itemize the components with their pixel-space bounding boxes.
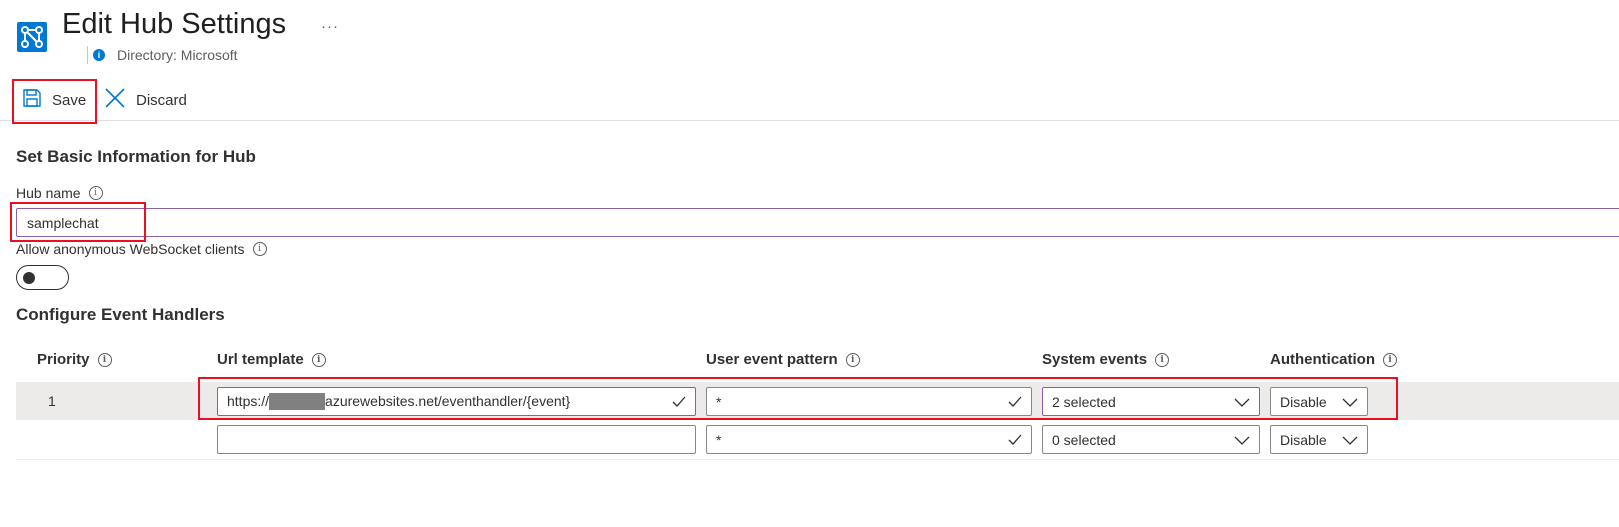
url-value: https:// azurewebsites.net/eventhandler/{…	[227, 392, 672, 411]
discard-label: Discard	[136, 91, 187, 109]
col-authentication: Authentication i	[1270, 351, 1397, 368]
info-icon[interactable]: i	[845, 352, 860, 367]
col-auth-label: Authentication	[1270, 351, 1375, 368]
col-pattern-label: User event pattern	[706, 351, 838, 368]
toolbar-divider	[0, 120, 1619, 121]
priority-cell: 1	[48, 393, 56, 409]
col-system-events: System events i	[1042, 351, 1170, 368]
anon-label-row: Allow anonymous WebSocket clients i	[16, 241, 267, 257]
app-icon	[16, 20, 48, 54]
toggle-knob	[23, 272, 35, 284]
anon-websocket-toggle[interactable]	[16, 265, 69, 290]
hub-name-label: Hub name	[16, 185, 81, 201]
url-template-input[interactable]: https:// azurewebsites.net/eventhandler/{…	[217, 387, 696, 416]
url-prefix: https://	[227, 392, 270, 409]
save-button[interactable]: Save	[22, 86, 86, 114]
col-system-label: System events	[1042, 351, 1148, 368]
info-icon[interactable]: i	[97, 352, 112, 367]
basic-section-title: Set Basic Information for Hub	[16, 147, 256, 166]
info-icon[interactable]: i	[1155, 352, 1170, 367]
system-events-value: 0 selected	[1052, 431, 1116, 448]
info-icon[interactable]: i	[252, 242, 267, 256]
checkmark-icon	[672, 396, 686, 407]
authentication-dropdown[interactable]: Disable	[1270, 387, 1368, 416]
col-url-template: Url template i	[217, 351, 326, 368]
url-template-input[interactable]	[217, 425, 696, 454]
col-priority-label: Priority	[37, 351, 90, 368]
info-icon[interactable]: i	[311, 352, 326, 367]
redacted-block	[269, 392, 326, 411]
checkmark-icon	[1008, 434, 1022, 445]
chevron-down-icon	[1342, 398, 1358, 407]
system-events-dropdown[interactable]: 0 selected	[1042, 425, 1260, 454]
page-title: Edit Hub Settings	[62, 8, 287, 40]
save-label: Save	[52, 91, 87, 109]
directory-info-icon: i	[93, 49, 105, 61]
col-priority: Priority i	[37, 351, 112, 368]
col-user-event-pattern: User event pattern i	[706, 351, 860, 368]
directory-label: Directory: Microsoft	[117, 47, 238, 63]
pattern-value: *	[716, 431, 722, 448]
system-events-value: 2 selected	[1052, 393, 1116, 410]
directory-separator	[87, 46, 88, 64]
chevron-down-icon	[1234, 436, 1250, 445]
chevron-down-icon	[1234, 398, 1250, 407]
col-url-label: Url template	[217, 351, 304, 368]
user-event-pattern-input[interactable]: *	[706, 425, 1032, 454]
anon-websocket-label: Allow anonymous WebSocket clients	[16, 241, 245, 257]
discard-button[interactable]: Discard	[104, 86, 187, 114]
info-icon[interactable]: i	[88, 186, 103, 200]
url-suffix: azurewebsites.net/eventhandler/{event}	[325, 392, 571, 409]
auth-value: Disable	[1280, 393, 1327, 410]
hub-name-label-row: Hub name i	[16, 185, 103, 201]
info-icon[interactable]: i	[1383, 352, 1397, 367]
hub-name-input[interactable]	[16, 208, 1619, 237]
more-actions-button[interactable]: ···	[321, 18, 339, 35]
close-icon	[104, 87, 126, 113]
system-events-dropdown[interactable]: 2 selected	[1042, 387, 1260, 416]
authentication-dropdown[interactable]: Disable	[1270, 425, 1368, 454]
save-icon	[22, 88, 42, 112]
user-event-pattern-input[interactable]: *	[706, 387, 1032, 416]
auth-value: Disable	[1280, 431, 1327, 448]
chevron-down-icon	[1342, 436, 1358, 445]
handlers-section-title: Configure Event Handlers	[16, 305, 225, 324]
table-row-divider	[16, 459, 1619, 460]
checkmark-icon	[1008, 396, 1022, 407]
pattern-value: *	[716, 393, 722, 410]
